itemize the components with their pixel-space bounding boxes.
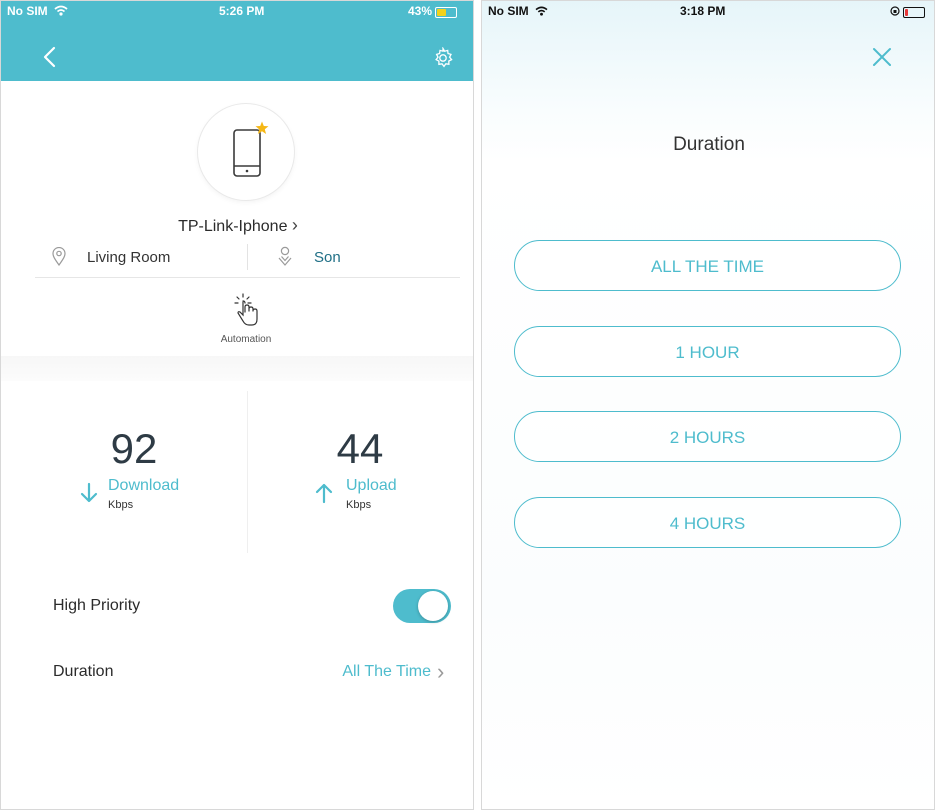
speed-divider	[247, 391, 248, 553]
status-bar: No SIM 3:18 PM	[482, 1, 934, 21]
status-time: 3:18 PM	[680, 4, 726, 18]
option-4-hours-button[interactable]: 4 HOURS	[514, 497, 901, 548]
arrow-down-icon	[80, 482, 98, 503]
automation-label[interactable]: Automation	[1, 334, 473, 345]
location-pin-icon	[52, 247, 66, 266]
device-info-row: Living Room Son	[35, 241, 460, 278]
info-divider	[247, 244, 248, 270]
toggle-knob	[418, 591, 448, 621]
carrier-label: No SIM	[488, 4, 548, 18]
wifi-icon	[54, 5, 68, 16]
option-2-hours-button[interactable]: 2 HOURS	[514, 411, 901, 462]
device-name-link[interactable]: TP-Link-Iphone ›	[1, 215, 473, 236]
status-bar: No SIM 5:26 PM 43%	[1, 1, 473, 21]
battery-indicator	[890, 4, 925, 18]
carrier-label: No SIM	[7, 4, 68, 18]
star-icon	[255, 121, 269, 134]
rotation-lock-icon	[890, 6, 900, 16]
option-all-the-time-button[interactable]: ALL THE TIME	[514, 240, 901, 291]
upload-label: Upload	[346, 477, 397, 494]
high-priority-toggle[interactable]	[393, 589, 451, 623]
chevron-right-icon: ›	[291, 215, 298, 235]
duration-label: Duration	[53, 663, 114, 680]
location-label[interactable]: Living Room	[87, 249, 170, 266]
gear-icon[interactable]	[432, 47, 454, 69]
device-avatar	[198, 104, 294, 200]
device-detail-screen: No SIM 5:26 PM 43% TP-Link-Iphone › Livi…	[0, 0, 474, 810]
battery-icon	[903, 7, 925, 18]
duration-title: Duration	[673, 134, 745, 155]
tap-hand-icon[interactable]	[233, 293, 261, 327]
device-name: TP-Link-Iphone	[178, 218, 288, 235]
nav-bar	[1, 21, 473, 81]
option-1-hour-button[interactable]: 1 HOUR	[514, 326, 901, 377]
section-separator	[1, 356, 473, 381]
person-icon	[278, 246, 292, 266]
back-icon[interactable]	[42, 46, 56, 68]
battery-indicator: 43%	[408, 4, 458, 18]
duration-value[interactable]: All The Time	[301, 663, 431, 681]
download-speed-value: 92	[110, 425, 158, 472]
duration-picker-screen: No SIM 3:18 PM Duration ALL THE TIME 1 H…	[481, 0, 935, 810]
owner-label[interactable]: Son	[314, 249, 341, 266]
high-priority-label: High Priority	[53, 597, 141, 614]
chevron-right-icon[interactable]: ›	[437, 659, 444, 685]
battery-percent: 43%	[408, 4, 433, 18]
status-time: 5:26 PM	[219, 4, 265, 18]
upload-speed-value: 44	[336, 425, 384, 472]
battery-icon	[435, 7, 458, 18]
download-label: Download	[108, 477, 180, 494]
close-icon[interactable]	[872, 47, 892, 67]
upload-unit: Kbps	[346, 499, 372, 511]
arrow-up-icon	[315, 483, 333, 504]
wifi-icon	[535, 6, 548, 16]
download-unit: Kbps	[108, 499, 134, 511]
